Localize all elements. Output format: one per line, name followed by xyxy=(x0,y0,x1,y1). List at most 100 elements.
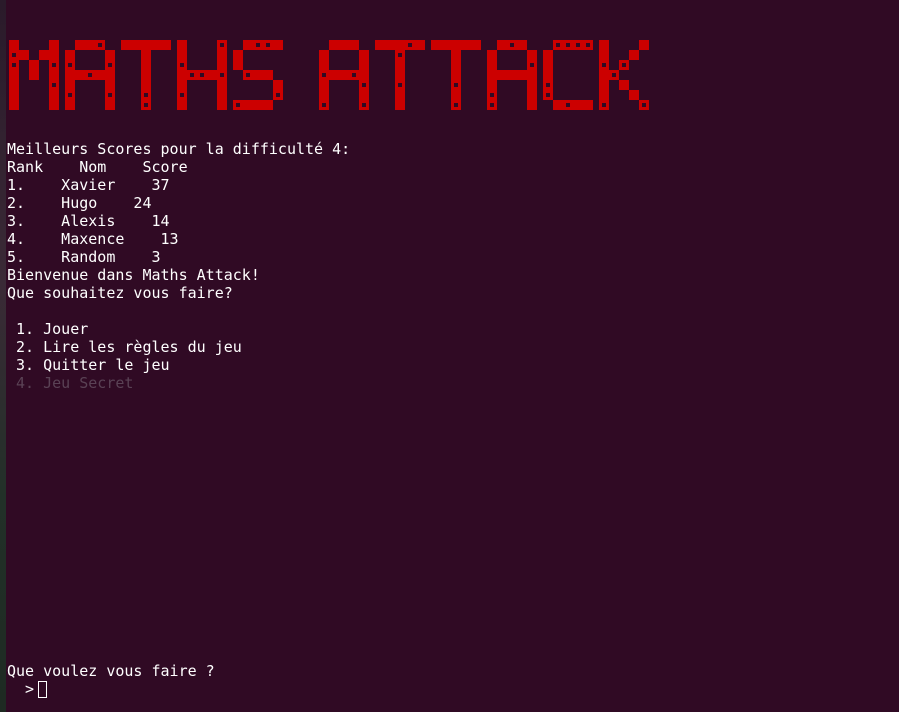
prompt-symbol: > xyxy=(7,680,35,698)
banner-pixel xyxy=(9,80,19,90)
banner-pixel xyxy=(319,80,329,90)
scores-heading: Meilleurs Scores pour la difficulté 4: xyxy=(7,140,351,158)
banner-speckle xyxy=(454,83,458,87)
text-cursor[interactable] xyxy=(38,681,48,698)
banner-pixel xyxy=(497,70,507,80)
banner-pixel xyxy=(527,80,537,90)
terminal-window[interactable]: Meilleurs Scores pour la difficulté 4: R… xyxy=(7,0,899,712)
banner-pixel xyxy=(141,80,151,90)
banner-pixel xyxy=(359,90,369,100)
banner-pixel xyxy=(359,70,369,80)
banner-pixel xyxy=(451,90,461,100)
banner-speckle xyxy=(408,43,412,47)
banner-pixel xyxy=(543,60,553,70)
banner-pixel xyxy=(517,40,527,50)
banner-pixel xyxy=(131,40,141,50)
banner-pixel xyxy=(233,60,243,70)
banner-speckle xyxy=(586,43,590,47)
banner-pixel xyxy=(49,90,59,100)
banner-speckle xyxy=(276,93,280,97)
banner-pixel xyxy=(151,40,161,50)
banner-pixel xyxy=(395,70,405,80)
banner-pixel xyxy=(217,80,227,90)
banner-speckle xyxy=(322,103,326,107)
banner-pixel xyxy=(599,50,609,60)
banner-pixel xyxy=(49,40,59,50)
banner-pixel xyxy=(527,90,537,100)
banner-pixel xyxy=(29,70,39,80)
banner-speckle xyxy=(576,43,580,47)
banner-pixel xyxy=(217,60,227,70)
banner-pixel xyxy=(451,60,461,70)
banner-pixel xyxy=(415,40,425,50)
banner-pixel xyxy=(253,70,263,80)
banner-speckle xyxy=(566,43,570,47)
banner-pixel xyxy=(95,70,105,80)
banner-speckle xyxy=(108,63,112,67)
banner-pixel xyxy=(359,50,369,60)
banner-pixel xyxy=(471,40,481,50)
banner-pixel xyxy=(329,40,339,50)
banner-speckle xyxy=(68,93,72,97)
scores-table-header: Rank Nom Score xyxy=(7,158,188,176)
banner-pixel xyxy=(141,70,151,80)
banner-speckle xyxy=(108,93,112,97)
banner-pixel xyxy=(441,40,451,50)
banner-speckle xyxy=(236,103,240,107)
banner-pixel xyxy=(451,50,461,60)
banner-pixel xyxy=(177,100,187,110)
banner-pixel xyxy=(233,50,243,60)
banner-pixel xyxy=(507,70,517,80)
banner-pixel xyxy=(629,50,639,60)
banner-speckle xyxy=(12,53,16,57)
banner-speckle xyxy=(98,43,102,47)
banner-pixel xyxy=(141,40,151,50)
banner-speckle xyxy=(530,63,534,67)
banner-pixel xyxy=(487,80,497,90)
banner-pixel xyxy=(253,100,263,110)
banner-speckle xyxy=(12,63,16,67)
banner-pixel xyxy=(273,80,283,90)
banner-pixel xyxy=(553,100,563,110)
banner-pixel xyxy=(599,90,609,100)
banner-speckle xyxy=(52,83,56,87)
banner-pixel xyxy=(395,60,405,70)
banner-speckle xyxy=(200,73,204,77)
prompt-question: Que voulez vous faire ? xyxy=(7,662,215,680)
banner-pixel xyxy=(263,100,273,110)
input-line[interactable]: > xyxy=(7,680,48,698)
banner-pixel xyxy=(629,90,639,100)
banner-pixel xyxy=(599,40,609,50)
banner-speckle xyxy=(556,43,560,47)
banner-pixel xyxy=(141,60,151,70)
banner-pixel xyxy=(273,40,283,50)
banner-speckle xyxy=(246,73,250,77)
banner-speckle xyxy=(266,43,270,47)
banner-speckle xyxy=(602,63,606,67)
banner-pixel xyxy=(49,70,59,80)
banner-pixel xyxy=(121,40,131,50)
banner-speckle xyxy=(398,83,402,87)
banner-pixel xyxy=(359,60,369,70)
banner-pixel xyxy=(65,70,75,80)
banner-pixel xyxy=(451,40,461,50)
banner-pixel xyxy=(339,70,349,80)
banner-pixel xyxy=(329,70,339,80)
banner-pixel xyxy=(543,70,553,80)
banner-pixel xyxy=(395,90,405,100)
banner-pixel xyxy=(105,100,115,110)
banner-pixel xyxy=(487,60,497,70)
banner-speckle xyxy=(622,63,626,67)
banner-pixel xyxy=(49,100,59,110)
banner-pixel xyxy=(527,100,537,110)
banner-pixel xyxy=(9,90,19,100)
banner-pixel xyxy=(75,70,85,80)
score-row: 2. Hugo 24 xyxy=(7,194,152,212)
banner-speckle xyxy=(180,93,184,97)
banner-pixel xyxy=(319,50,329,60)
banner-pixel xyxy=(619,80,629,90)
banner-pixel xyxy=(263,70,273,80)
banner-speckle xyxy=(490,93,494,97)
banner-pixel xyxy=(583,100,593,110)
banner-pixel xyxy=(177,40,187,50)
